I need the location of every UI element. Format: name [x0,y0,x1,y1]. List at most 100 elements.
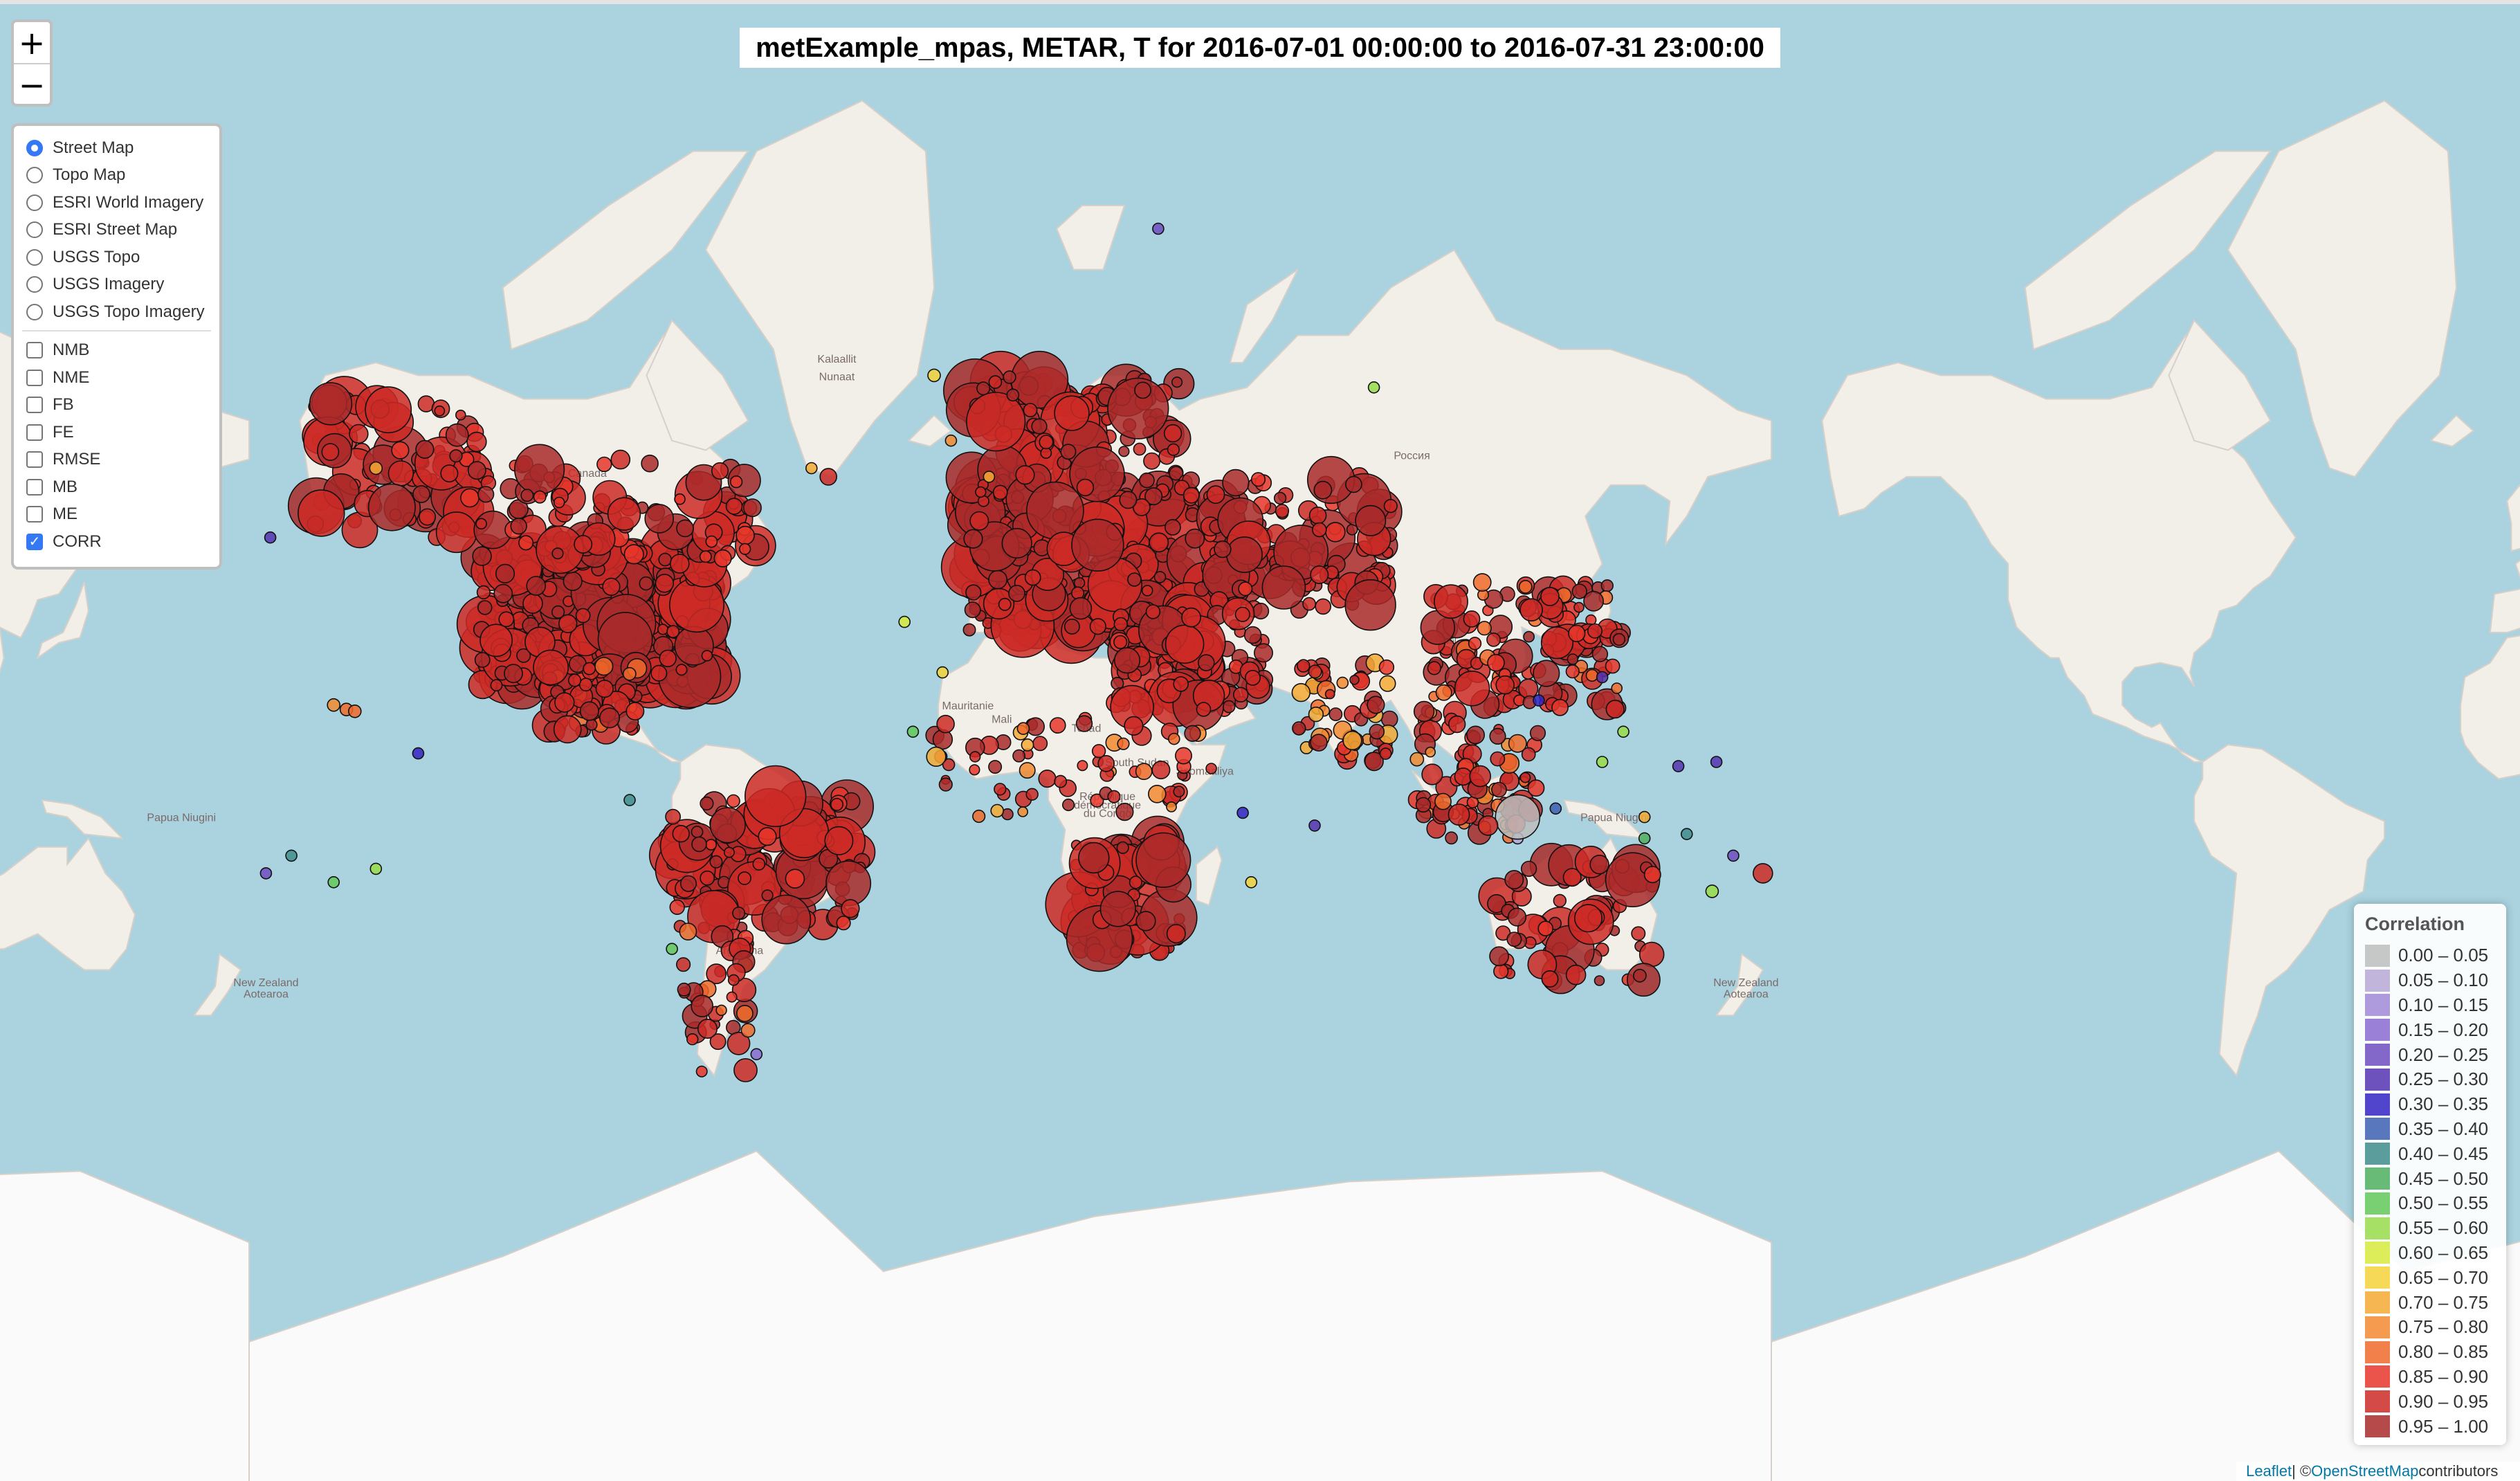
station-marker[interactable] [1342,730,1362,751]
station-marker[interactable] [1076,478,1095,497]
station-marker[interactable] [691,826,704,838]
station-marker[interactable] [824,826,854,855]
station-marker[interactable] [513,444,565,495]
station-marker[interactable] [321,443,340,462]
station-marker[interactable] [972,809,986,824]
station-marker[interactable] [1198,654,1215,671]
radio-button[interactable] [26,248,43,266]
station-marker[interactable] [1133,442,1147,456]
station-marker[interactable] [1275,504,1290,518]
station-marker[interactable] [1107,790,1121,803]
station-marker[interactable] [1521,747,1536,762]
station-marker[interactable] [1425,746,1436,758]
station-marker[interactable] [1184,725,1201,743]
station-marker[interactable] [1600,579,1614,592]
station-marker[interactable] [709,855,723,869]
station-marker[interactable] [841,899,860,918]
station-marker[interactable] [1568,624,1586,642]
station-marker[interactable] [1553,893,1567,908]
station-marker[interactable] [1129,875,1142,889]
station-marker[interactable] [1477,621,1492,636]
station-marker[interactable] [349,424,369,444]
station-marker[interactable] [1705,884,1719,898]
station-marker[interactable] [1016,722,1030,735]
checkbox[interactable] [26,424,43,441]
station-marker[interactable] [599,707,620,729]
station-marker[interactable] [785,869,805,889]
station-marker[interactable] [665,808,682,825]
station-marker[interactable] [493,583,513,603]
station-marker[interactable] [1583,590,1605,612]
station-marker[interactable] [575,608,591,624]
station-marker[interactable] [1032,736,1048,752]
station-marker[interactable] [520,489,534,502]
station-marker[interactable] [1118,446,1130,457]
overlay-option[interactable]: NMB [26,337,207,365]
station-marker[interactable] [1427,661,1441,675]
station-marker[interactable] [962,623,976,637]
station-marker[interactable] [1434,792,1452,810]
overlay-option[interactable]: ME [26,501,207,529]
station-marker[interactable] [1245,876,1258,889]
station-marker[interactable] [1493,963,1509,979]
station-marker[interactable] [1015,465,1035,485]
station-marker[interactable] [1024,569,1041,586]
station-marker[interactable] [1504,870,1524,890]
station-marker[interactable] [1049,717,1066,734]
station-marker[interactable] [805,462,818,475]
station-marker[interactable] [475,518,487,530]
checkbox[interactable]: ✓ [26,533,43,550]
station-marker[interactable] [1148,785,1167,803]
station-marker[interactable] [563,571,583,592]
station-marker[interactable] [1173,676,1189,692]
station-marker[interactable] [1591,646,1609,662]
station-marker[interactable] [495,563,515,584]
station-marker[interactable] [1611,682,1623,694]
station-marker[interactable] [259,867,273,880]
station-marker[interactable] [699,550,712,563]
radio-button[interactable] [26,221,43,239]
station-marker[interactable] [713,549,732,567]
checkbox[interactable] [26,342,43,359]
station-marker[interactable] [819,468,837,486]
station-marker[interactable] [740,1023,756,1038]
station-marker[interactable] [1165,519,1181,536]
station-marker[interactable] [1214,540,1232,558]
station-marker[interactable] [1472,573,1492,592]
station-marker[interactable] [1117,737,1130,750]
station-marker[interactable] [607,497,641,531]
station-marker[interactable] [666,943,678,955]
station-marker[interactable] [1023,403,1038,418]
station-marker[interactable] [1134,381,1152,399]
station-marker[interactable] [1727,849,1740,862]
station-marker[interactable] [1753,863,1773,884]
station-marker[interactable] [367,483,416,531]
station-marker[interactable] [594,657,614,676]
station-marker[interactable] [1252,602,1270,620]
station-marker[interactable] [1506,932,1522,947]
base-layer-option[interactable]: ESRI World Imagery [26,189,207,217]
station-marker[interactable] [1308,506,1327,525]
station-marker[interactable] [1325,522,1346,543]
station-marker[interactable] [1006,388,1020,402]
station-marker[interactable] [412,747,425,760]
map-canvas[interactable]: KalaallitNunaatCanadaРоссия中国MauritanieM… [0,0,2520,1481]
station-marker[interactable] [1523,630,1535,643]
station-marker[interactable] [522,593,543,614]
station-marker[interactable] [1565,964,1587,985]
station-marker[interactable] [1605,700,1625,719]
station-marker[interactable] [1113,647,1141,674]
station-marker[interactable] [1063,618,1080,635]
station-marker[interactable] [1489,946,1510,967]
station-marker[interactable] [490,679,503,692]
station-marker[interactable] [415,439,435,459]
station-marker[interactable] [744,765,807,828]
station-marker[interactable] [1549,802,1562,815]
station-marker[interactable] [944,434,958,447]
station-marker[interactable] [1008,585,1025,602]
station-marker[interactable] [553,715,582,744]
station-marker[interactable] [1369,723,1385,740]
radio-button[interactable] [26,276,43,293]
station-marker[interactable] [1383,498,1398,514]
radio-button[interactable] [26,167,43,184]
